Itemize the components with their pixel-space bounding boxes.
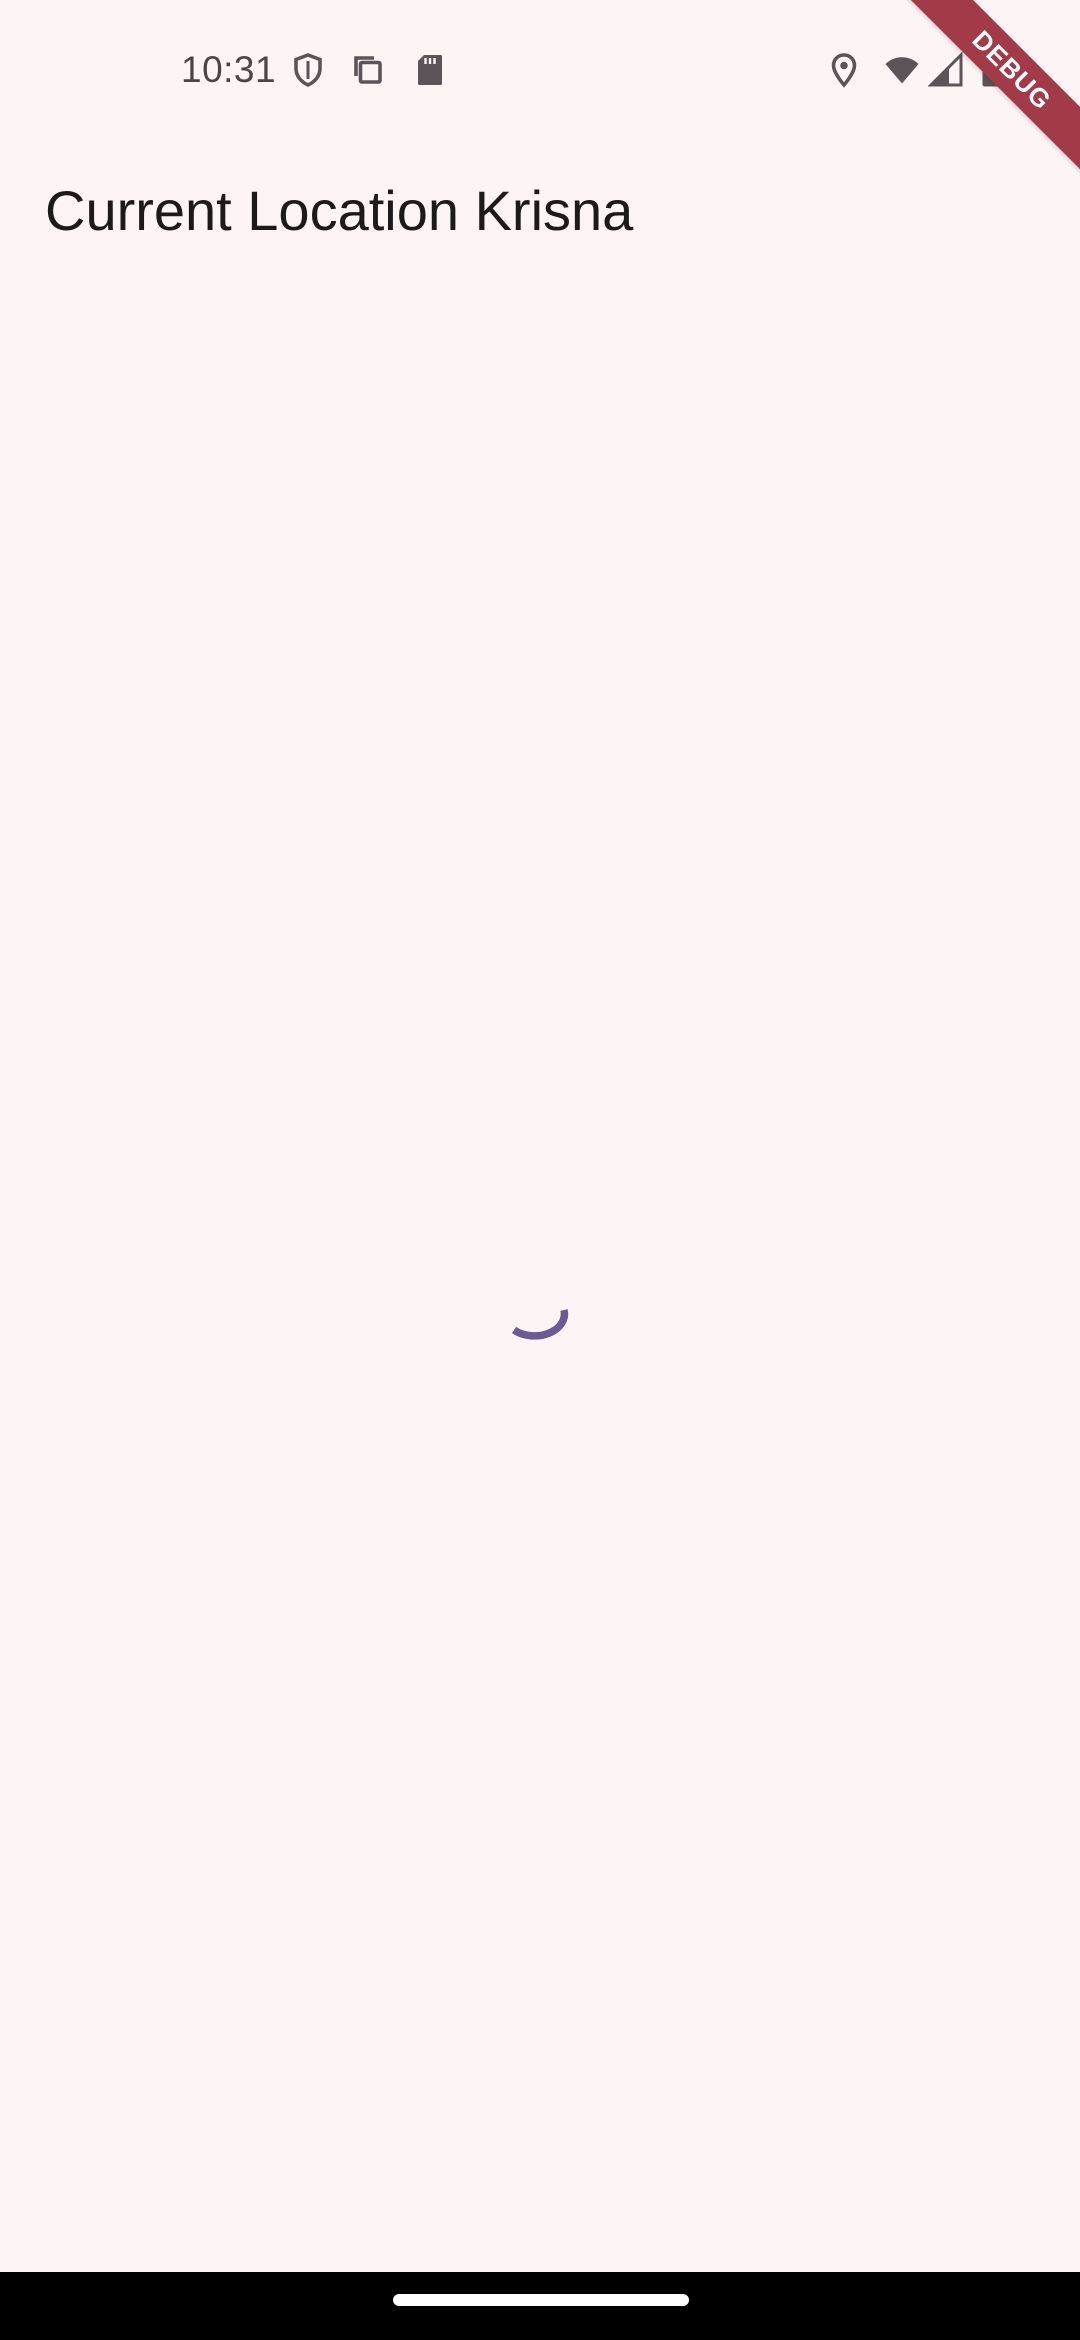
home-gesture-handle[interactable] bbox=[393, 2294, 689, 2306]
location-icon bbox=[826, 52, 862, 88]
shield-icon bbox=[290, 52, 326, 88]
copy-icon bbox=[350, 52, 386, 88]
debug-label: DEBUG bbox=[904, 0, 1080, 178]
app-screen: 10:31 Current Location Krisna DEBUG bbox=[0, 0, 1080, 2340]
sd-card-icon bbox=[412, 52, 448, 88]
loading-spinner bbox=[506, 1286, 586, 1366]
status-time: 10:31 bbox=[181, 49, 277, 90]
page-title: Current Location Krisna bbox=[45, 179, 634, 242]
debug-banner: DEBUG bbox=[900, 0, 1080, 180]
navigation-bar bbox=[0, 2272, 1080, 2340]
